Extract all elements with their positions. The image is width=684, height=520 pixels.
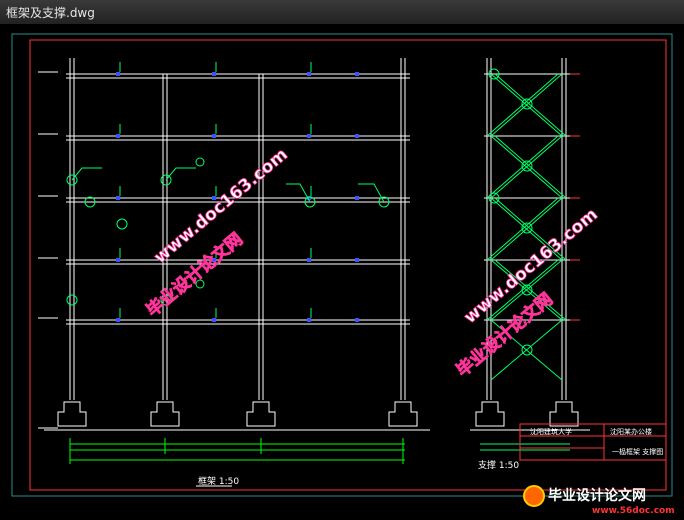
- title-block-school: 沈阳建筑大学: [530, 427, 572, 436]
- window-titlebar[interactable]: 框架及支撑.dwg: [0, 0, 684, 25]
- cad-drawing-canvas[interactable]: 框架 1:50 支撑 1:50 沈阳建筑大学 沈阳某办公楼 一榀框架 支撑图 w…: [0, 24, 684, 516]
- frame-footings: [44, 401, 430, 431]
- window-title: 框架及支撑.dwg: [6, 6, 95, 20]
- brace-caption: 支撑 1:50: [478, 459, 519, 471]
- title-block-project: 沈阳某办公楼: [610, 427, 652, 436]
- watermark-group-a: www.doc163.com 毕业设计论文网: [142, 144, 292, 322]
- watermark-site-b: 毕业设计论文网: [452, 289, 557, 382]
- logo-icon: [523, 485, 545, 507]
- logo-url: www.56doc.com: [592, 506, 675, 516]
- watermark-site-a: 毕业设计论文网: [142, 229, 247, 322]
- frame-caption: 框架 1:50: [198, 475, 239, 487]
- sheet-outer-border: [11, 33, 673, 497]
- logo-text: 毕业设计论文网: [548, 487, 646, 504]
- level-markers: [38, 71, 58, 429]
- frame-dimensions: [69, 438, 405, 464]
- sheet-inner-border: [29, 39, 667, 491]
- title-block-sheet: 一榀框架 支撑图: [612, 447, 663, 456]
